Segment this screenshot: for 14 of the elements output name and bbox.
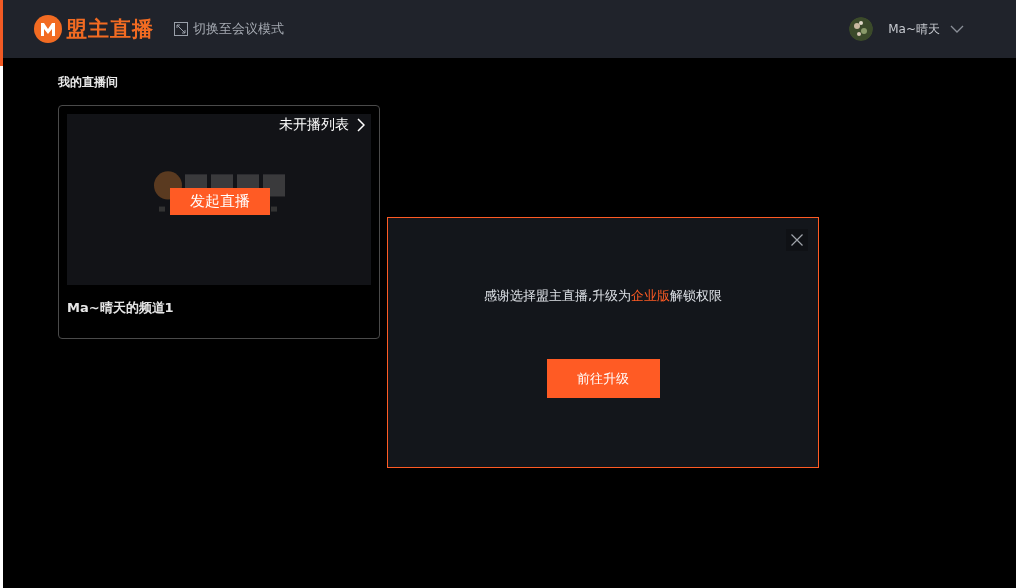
user-menu[interactable]: Ma~晴天 (888, 20, 964, 38)
logo-icon (34, 15, 62, 43)
chevron-down-icon (950, 25, 964, 33)
close-icon (791, 234, 803, 246)
user-avatar[interactable] (849, 17, 874, 41)
logo-text: 盟主直播 (66, 16, 154, 43)
upgrade-message: 感谢选择盟主直播,升级为企业版解锁权限 (483, 287, 723, 305)
chevron-right-icon (357, 118, 365, 132)
room-name: Ma~晴天的频道1 (67, 299, 175, 317)
not-live-list-link[interactable]: 未开播列表 (279, 116, 365, 134)
expand-icon (174, 22, 188, 36)
mode-switch-link[interactable]: 切换至会议模式 (174, 20, 284, 38)
section-title: 我的直播间 (58, 74, 119, 91)
close-button[interactable] (786, 229, 808, 251)
